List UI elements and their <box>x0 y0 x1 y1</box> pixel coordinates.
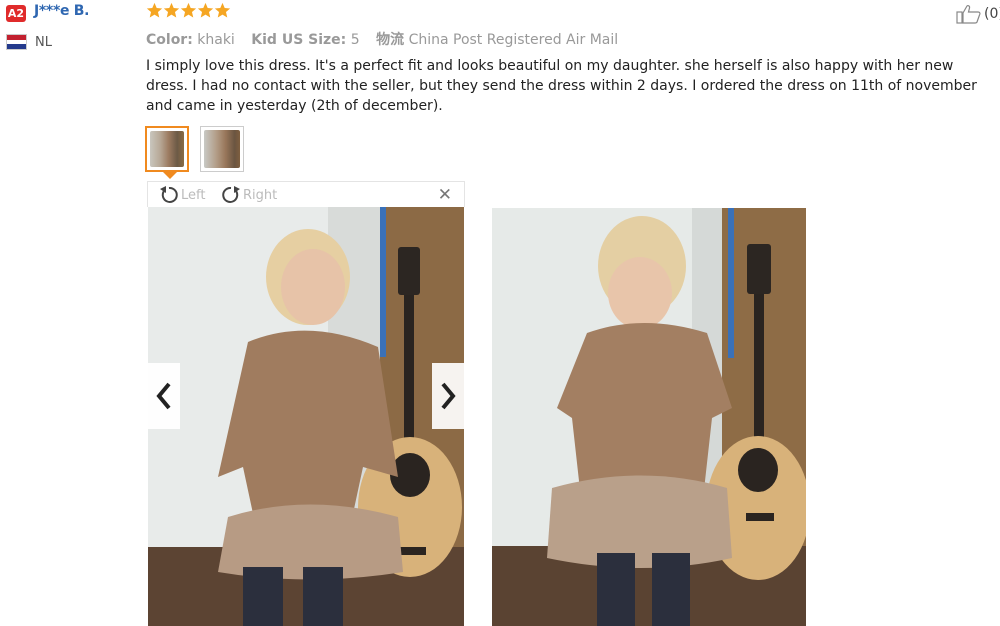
review-text: I simply love this dress. It's a perfect… <box>146 58 977 114</box>
star-icon <box>214 2 231 18</box>
photo-viewer-toolbar: Left Right ✕ <box>147 181 465 207</box>
active-thumbnail-caret <box>163 172 177 179</box>
previous-photo-button[interactable] <box>148 363 180 429</box>
rotate-right-icon <box>222 186 240 203</box>
review-meta: Color: khaki Kid US Size: 5 物流 China Pos… <box>146 29 630 49</box>
star-icon <box>197 2 214 18</box>
rotate-left-button[interactable]: Left <box>158 185 205 205</box>
shipping-value: China Post Registered Air Mail <box>408 32 619 48</box>
review-photo-image <box>148 207 464 626</box>
reviewer-level-badge: A2 <box>6 5 26 22</box>
color-label: Color: <box>146 32 193 48</box>
chevron-right-icon <box>441 382 456 410</box>
star-icon <box>163 2 180 18</box>
review-photo-image-2 <box>492 208 806 626</box>
rotate-left-label: Left <box>181 187 206 203</box>
review-photo-secondary[interactable] <box>492 208 806 626</box>
rotate-left-icon <box>160 186 178 203</box>
star-icon <box>146 2 163 18</box>
chevron-left-icon <box>156 382 171 410</box>
color-value: khaki <box>197 32 235 48</box>
helpful-count: (0) <box>984 6 1000 22</box>
next-photo-button[interactable] <box>432 363 464 429</box>
reviewer-name[interactable]: J***e B. <box>34 3 89 19</box>
close-icon[interactable]: ✕ <box>438 185 452 205</box>
review-photo-large[interactable] <box>148 207 464 626</box>
rotate-right-label: Right <box>243 187 278 203</box>
star-icon <box>180 2 197 18</box>
rating-stars <box>146 2 231 19</box>
shipping-label: 物流 <box>376 32 405 48</box>
size-label: Kid US Size: <box>251 32 347 48</box>
size-value: 5 <box>350 32 360 48</box>
netherlands-flag-icon <box>6 34 27 50</box>
photo-thumbnail-2[interactable] <box>200 126 244 172</box>
reviewer-country: NL <box>35 35 52 50</box>
photo-thumbnail-1[interactable] <box>145 126 189 172</box>
rotate-right-button[interactable]: Right <box>220 185 277 205</box>
helpful-vote[interactable]: (0) <box>956 4 1000 24</box>
thumbs-up-icon[interactable] <box>956 4 982 24</box>
